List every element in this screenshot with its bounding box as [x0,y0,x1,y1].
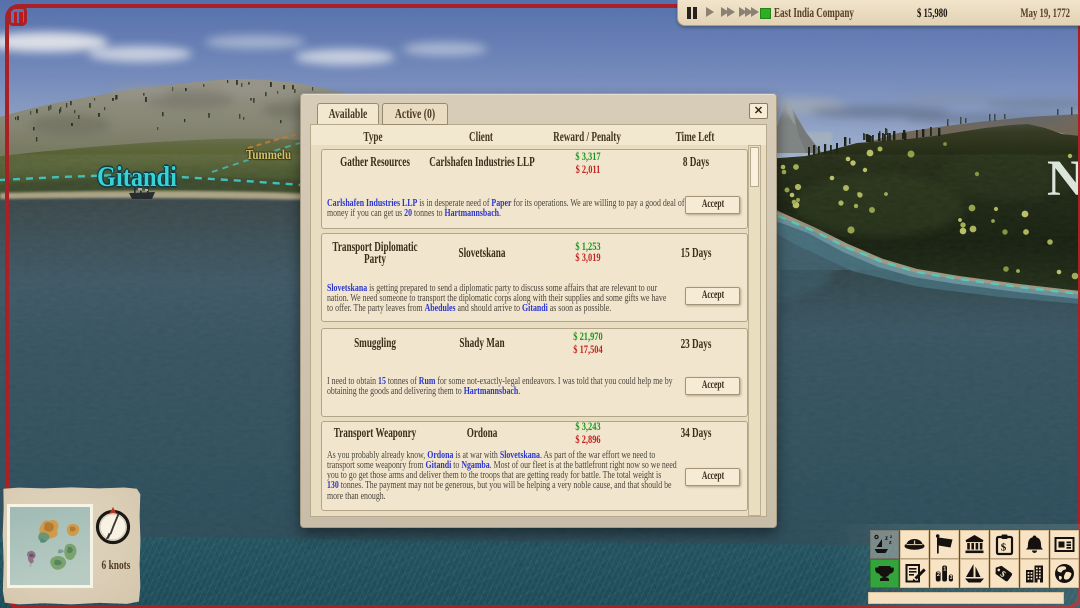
svg-text:z: z [889,540,892,546]
svg-text:1: 1 [943,567,946,573]
svg-text:2: 2 [937,572,940,578]
svg-text:z: z [885,534,888,542]
svg-text:3: 3 [950,575,953,581]
svg-text:$: $ [1001,542,1007,554]
svg-text:z: z [890,535,893,540]
